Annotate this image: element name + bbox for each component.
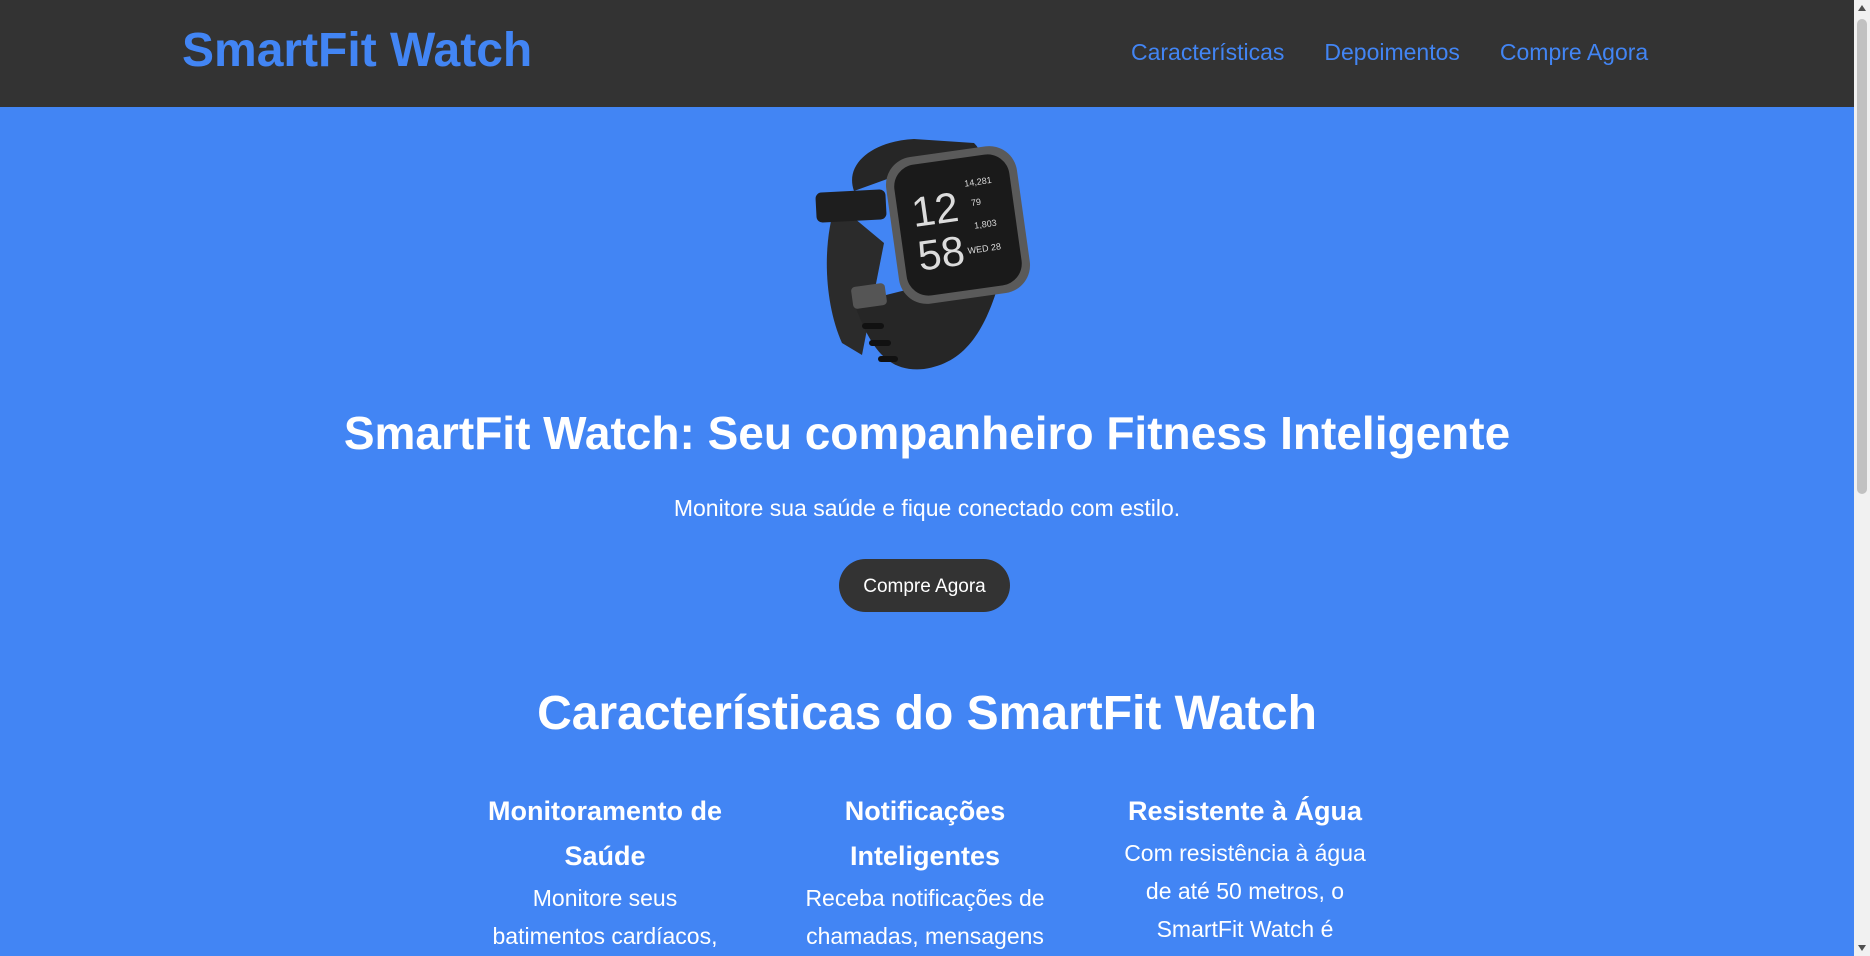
feature-text-line: Com resistência à água bbox=[1124, 840, 1366, 866]
feature-title-line: Resistente à Água bbox=[1127, 796, 1363, 826]
feature-description: Com resistência à água de até 50 metros,… bbox=[1110, 834, 1380, 948]
feature-water-resistant: Resistente à Água Com resistência à água… bbox=[1110, 789, 1380, 948]
vertical-scrollbar[interactable] bbox=[1854, 0, 1870, 956]
hero-title: SmartFit Watch: Seu companheiro Fitness … bbox=[343, 407, 1511, 459]
feature-text-line: de até 50 metros, o bbox=[1145, 878, 1345, 904]
feature-title: Resistente à Água bbox=[1110, 789, 1380, 834]
feature-title-line: Saúde bbox=[564, 841, 646, 871]
main-content: 12 58 14,281 79 1,803 WED 28 SmartFit Wa… bbox=[0, 107, 1854, 956]
watch-minute: 58 bbox=[915, 227, 968, 280]
feature-description: Receba notificações de chamadas, mensage… bbox=[790, 879, 1060, 955]
features-title: Características do SmartFit Watch bbox=[537, 687, 1317, 740]
hero-subtitle: Monitore sua saúde e fique conectado com… bbox=[673, 495, 1181, 521]
scroll-thumb[interactable] bbox=[1857, 19, 1867, 494]
feature-text-line: Receba notificações de bbox=[805, 885, 1045, 911]
feature-text-line: chamadas, mensagens bbox=[806, 923, 1044, 949]
feature-notifications: Notificações Inteligentes Receba notific… bbox=[790, 789, 1060, 955]
feature-text-line: SmartFit Watch é bbox=[1156, 916, 1334, 942]
watch-heart: 79 bbox=[970, 197, 981, 208]
nav-link-caracteristicas[interactable]: Características bbox=[1131, 38, 1284, 66]
nav-link-compre-agora[interactable]: Compre Agora bbox=[1500, 38, 1648, 66]
feature-description: Monitore seus batimentos cardíacos, bbox=[469, 879, 741, 955]
scroll-up-arrow-icon[interactable] bbox=[1858, 5, 1866, 11]
scroll-down-arrow-icon[interactable] bbox=[1858, 945, 1866, 951]
site-logo[interactable]: SmartFit Watch bbox=[182, 22, 532, 80]
feature-title: Notificações Inteligentes bbox=[790, 789, 1060, 879]
page: SmartFit Watch Características Depoiment… bbox=[0, 0, 1870, 956]
feature-health: Monitoramento de Saúde Monitore seus bat… bbox=[469, 789, 741, 955]
smartwatch-image: 12 58 14,281 79 1,803 WED 28 bbox=[815, 139, 1031, 370]
nav-link-depoimentos[interactable]: Depoimentos bbox=[1324, 38, 1460, 66]
buy-now-button[interactable]: Compre Agora bbox=[839, 559, 1010, 612]
feature-title: Monitoramento de Saúde bbox=[469, 789, 741, 879]
main-nav: Características Depoimentos Compre Agora bbox=[1131, 38, 1648, 66]
feature-text-line: Monitore seus bbox=[532, 885, 678, 911]
site-header: SmartFit Watch Características Depoiment… bbox=[0, 0, 1854, 107]
feature-title-line: Inteligentes bbox=[849, 841, 1001, 871]
feature-title-line: Monitoramento de bbox=[488, 796, 722, 826]
feature-text-line: batimentos cardíacos, bbox=[492, 923, 718, 949]
feature-title-line: Notificações bbox=[844, 796, 1006, 826]
